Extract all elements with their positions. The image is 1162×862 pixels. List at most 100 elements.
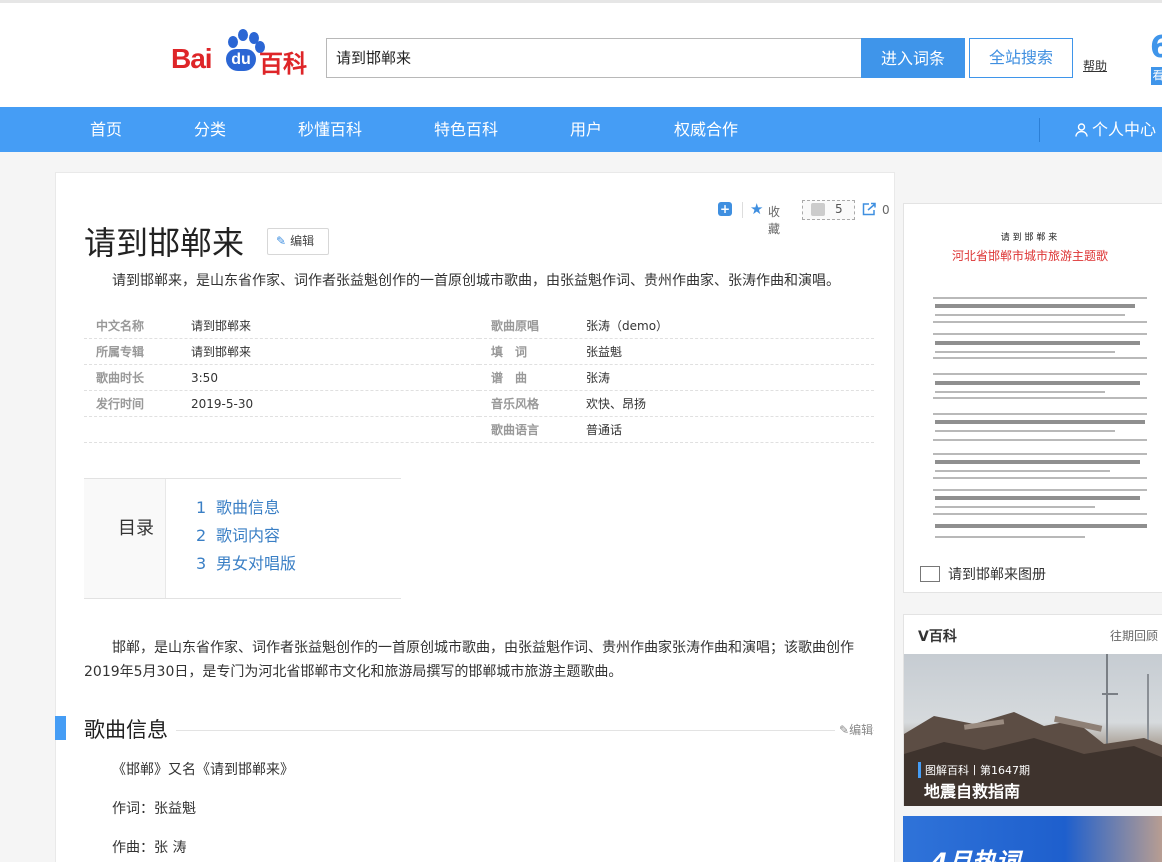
add-icon[interactable]: + [718, 202, 732, 216]
user-center-link[interactable]: 个人中心 [1075, 107, 1156, 152]
nav-item-authority[interactable]: 权威合作 [674, 107, 738, 152]
info-value[interactable]: 请到邯郸来 [191, 339, 251, 365]
info-column-right: 歌曲原唱 张涛（demo） 填 词 张益魁 谱 曲 张涛 音乐风格 欢快、昂扬 歌曲语言… [479, 313, 874, 443]
hot-words-title: 4月热词 [931, 848, 1020, 862]
content-line: 《邯郸》又名《请到邯郸来》 [112, 762, 294, 778]
right-peek-badge[interactable]: 看 [1151, 67, 1162, 85]
nav-item-video-baike[interactable]: 秒懂百科 [298, 107, 362, 152]
v-baike-caption[interactable]: 地震自救指南 [924, 778, 1020, 802]
info-row-empty [84, 417, 479, 443]
info-row: 发行时间 2019-5-30 [84, 391, 479, 417]
info-key: 中文名称 [96, 319, 145, 333]
info-key: 音乐风格 [491, 397, 540, 411]
sheet-title: 请 到 邯 郸 来 [1001, 231, 1057, 243]
like-button[interactable]: 5 [802, 200, 855, 220]
toc-number: 3 [196, 554, 207, 573]
info-key: 歌曲语言 [491, 423, 540, 437]
toc-text: 男女对唱版 [216, 554, 297, 573]
favorite-label[interactable]: 收藏 [768, 203, 780, 237]
info-value: 请到邯郸来 [191, 319, 252, 333]
section-accent-bar [55, 716, 66, 740]
toc-number: 1 [196, 498, 207, 517]
logo-baike-text: 百科 [259, 50, 307, 78]
nav-item-featured[interactable]: 特色百科 [434, 107, 498, 152]
section-header-song-info: 歌曲信息 ✎编辑 [55, 716, 875, 744]
info-value: 张益魁 [586, 345, 623, 359]
nav-divider [1039, 118, 1040, 142]
section-title: 歌曲信息 [84, 716, 176, 744]
info-value: 张涛（demo） [586, 319, 669, 333]
nav-item-users[interactable]: 用户 [570, 107, 602, 152]
search-all-button[interactable]: 全站搜索 [969, 38, 1073, 78]
info-key: 谱 曲 [491, 371, 528, 385]
content-line: 作曲：张 涛 [112, 840, 187, 856]
info-key: 歌曲原唱 [491, 319, 540, 333]
sheet-subtitle: 河北省邯郸市城市旅游主题歌 [952, 248, 1108, 263]
info-column-left: 中文名称 请到邯郸来 所属专辑 请到邯郸来 歌曲时长 3:50 发行时间 2019-5-… [84, 313, 479, 443]
toc-text: 歌曲信息 [216, 498, 281, 517]
nav-item-home[interactable]: 首页 [90, 107, 122, 152]
section-divider-line [84, 730, 874, 731]
logo-bai-text: Bai [171, 43, 213, 74]
table-of-contents: 目录 1 歌曲信息 2 歌词内容 3 男女对唱版 [84, 478, 401, 599]
enter-entry-button[interactable]: 进入词条 [861, 38, 965, 78]
main-nav: 首页 分类 秒懂百科 特色百科 用户 权威合作 个人中心 [0, 107, 1162, 152]
info-row: 音乐风格 欢快、昂扬 [479, 391, 874, 417]
section-edit-link[interactable]: ✎编辑 [835, 721, 874, 738]
album-caption[interactable]: 请到邯郸来图册 [920, 564, 1046, 584]
album-card[interactable]: 请 到 邯 郸 来 河北省邯郸市城市旅游主题歌 请到邯郸来图册 [903, 203, 1162, 593]
user-center-label: 个人中心 [1092, 120, 1157, 139]
info-row: 中文名称 请到邯郸来 [84, 313, 479, 339]
like-count: 5 [835, 202, 843, 216]
info-key: 歌曲时长 [96, 371, 145, 385]
info-row: 填 词 张益魁 [479, 339, 874, 365]
right-peek-number: 6 [1150, 30, 1162, 65]
v-baike-tag: 图解百科丨第1647期 [918, 762, 1030, 778]
edit-button[interactable]: ✎ 编辑 [267, 228, 329, 255]
info-key: 填 词 [491, 345, 528, 359]
info-row: 歌曲语言 普通话 [479, 417, 874, 443]
sheet-music-image[interactable]: 请 到 邯 郸 来 河北省邯郸市城市旅游主题歌 [905, 214, 1162, 559]
search-input[interactable]: 请到邯郸来 [326, 38, 862, 78]
toc-label-area: 目录 [84, 479, 166, 598]
staff-lines [933, 297, 1147, 515]
intro-paragraph: 邯郸，是山东省作家、词作者张益魁创作的一首原创城市歌曲，由张益魁作词、贵州作曲家… [84, 640, 854, 680]
paw-toe-icon [228, 36, 238, 48]
user-icon [1075, 123, 1088, 137]
share-icon[interactable] [862, 202, 876, 216]
info-value: 3:50 [191, 371, 218, 385]
toc-item-duet[interactable]: 3 男女对唱版 [196, 554, 296, 582]
baidu-baike-logo[interactable]: Bai du 百科 [171, 27, 311, 78]
v-baike-card: V百科 往期回顾 图解百科丨第1647期 地震自救指南 [903, 614, 1162, 806]
toc-number: 2 [196, 526, 207, 545]
help-link[interactable]: 帮助 [1083, 57, 1107, 74]
share-count: 0 [882, 203, 890, 217]
info-row: 所属专辑 请到邯郸来 [84, 339, 479, 365]
info-value: 张涛 [586, 371, 611, 385]
article-summary: 请到邯郸来，是山东省作家、词作者张益魁创作的一首原创城市歌曲，由张益魁作词、贵州… [112, 273, 840, 289]
header: Bai du 百科 请到邯郸来 进入词条 全站搜索 帮助 6 看 [0, 0, 1162, 107]
info-row: 歌曲原唱 张涛（demo） [479, 313, 874, 339]
note-marks [935, 304, 1147, 538]
star-icon[interactable]: ★ [750, 200, 763, 218]
past-review-link[interactable]: 往期回顾 [1110, 627, 1158, 644]
edit-label: 编辑 [290, 234, 315, 248]
page-title: 请到邯郸来 [84, 224, 245, 262]
toc-items: 1 歌曲信息 2 歌词内容 3 男女对唱版 [196, 498, 296, 582]
earthquake-image[interactable]: 图解百科丨第1647期 地震自救指南 [904, 654, 1162, 806]
hot-words-banner[interactable]: 4月热词 [903, 816, 1162, 862]
info-value: 2019-5-30 [191, 397, 254, 411]
pencil-icon: ✎ [839, 723, 850, 737]
paw-toe-icon [238, 29, 248, 41]
gallery-icon [920, 566, 940, 582]
logo-du-text: du [226, 49, 256, 71]
info-value: 普通话 [586, 423, 623, 437]
toc-item-song-info[interactable]: 1 歌曲信息 [196, 498, 296, 526]
nav-item-category[interactable]: 分类 [194, 107, 226, 152]
info-value: 欢快、昂扬 [586, 397, 647, 411]
toc-label: 目录 [118, 518, 154, 539]
pencil-icon: ✎ [276, 234, 287, 248]
toolbar-divider [742, 202, 743, 218]
toc-item-lyrics[interactable]: 2 歌词内容 [196, 526, 296, 554]
info-key: 发行时间 [96, 397, 145, 411]
